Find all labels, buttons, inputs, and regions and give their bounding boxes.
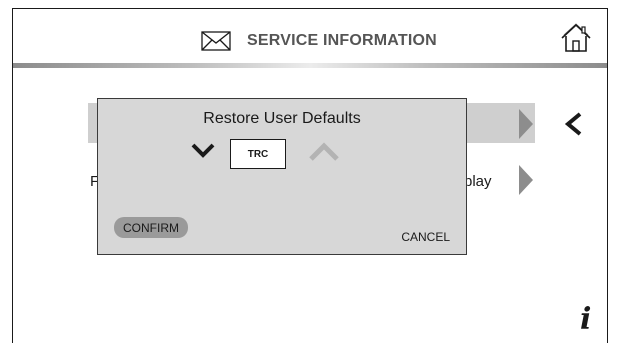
- menu-row-1-arrow-icon[interactable]: [519, 109, 533, 139]
- header-bar: SERVICE INFORMATION: [13, 9, 607, 63]
- chevron-left-icon[interactable]: [562, 111, 584, 137]
- page-title: SERVICE INFORMATION: [247, 32, 437, 49]
- chevron-up-icon[interactable]: [308, 141, 340, 163]
- header-title-group: SERVICE INFORMATION: [201, 30, 437, 52]
- cancel-button[interactable]: CANCEL: [401, 230, 450, 244]
- value-display: TRC: [230, 139, 286, 169]
- chevron-down-icon[interactable]: [190, 142, 216, 160]
- home-icon[interactable]: [560, 23, 592, 53]
- envelope-icon: [201, 31, 231, 51]
- info-icon[interactable]: i: [580, 305, 591, 335]
- header-divider: [13, 63, 607, 68]
- dialog-title: Restore User Defaults: [203, 110, 361, 127]
- menu-row-2-arrow-icon[interactable]: [519, 165, 533, 195]
- menu-row-2-label-right: play: [464, 173, 492, 190]
- confirm-button[interactable]: CONFIRM: [114, 217, 188, 238]
- restore-defaults-dialog: Restore User Defaults TRC CONFIRM CANCEL: [97, 98, 467, 255]
- screen-frame: SERVICE INFORMATION F play i Restore Use…: [12, 8, 608, 343]
